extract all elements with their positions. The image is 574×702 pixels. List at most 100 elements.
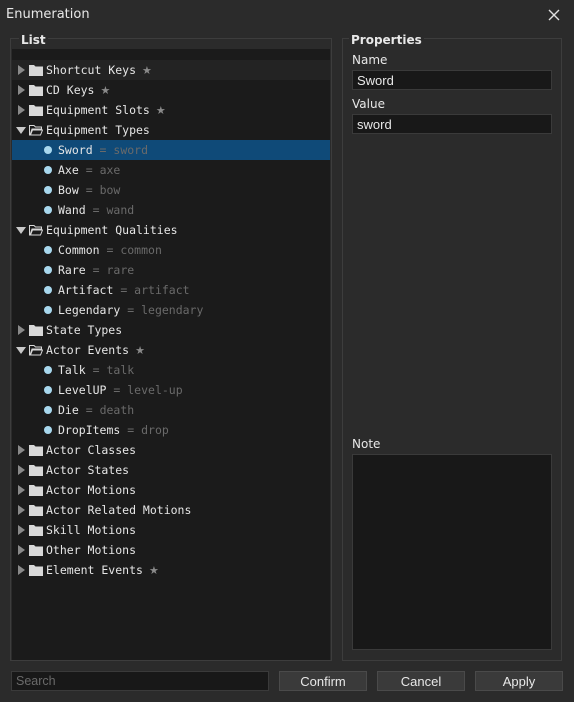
folder-name: Actor Related Motions: [46, 503, 192, 517]
tree-item[interactable]: Artifact = artifact: [12, 280, 330, 300]
search-input[interactable]: [11, 671, 269, 691]
tree-folder[interactable]: Actor Motions: [12, 480, 330, 500]
bullet-icon: [44, 366, 52, 374]
tree-item[interactable]: DropItems = drop: [12, 420, 330, 440]
confirm-button[interactable]: Confirm: [279, 671, 367, 691]
tree-item[interactable]: Legendary = legendary: [12, 300, 330, 320]
item-name: Bow: [58, 183, 79, 197]
tree-item[interactable]: Die = death: [12, 400, 330, 420]
folder-icon: [29, 505, 43, 516]
star-icon: ★: [135, 344, 145, 357]
equals-sign: =: [78, 163, 100, 177]
note-field[interactable]: [352, 454, 552, 650]
tree-folder-label: Equipment Qualities: [46, 223, 178, 237]
equals-sign: =: [85, 203, 107, 217]
tree-item[interactable]: Bow = bow: [12, 180, 330, 200]
item-value: death: [99, 403, 135, 417]
tree-item[interactable]: LevelUP = level-up: [12, 380, 330, 400]
note-label: Note: [352, 437, 381, 451]
item-name: Talk: [58, 363, 86, 377]
expand-right-icon[interactable]: [16, 525, 26, 535]
apply-button[interactable]: Apply: [475, 671, 563, 691]
folder-name: Equipment Slots: [46, 103, 150, 117]
enum-tree[interactable]: Shortcut Keys ★ CD Keys ★ Equipment Slots ★ Eq…: [12, 49, 330, 660]
tree-item[interactable]: Sword = sword: [12, 140, 330, 160]
item-value: talk: [106, 363, 135, 377]
tree-folder[interactable]: Actor Related Motions: [12, 500, 330, 520]
expand-right-icon[interactable]: [16, 465, 26, 475]
item-value: level-up: [127, 383, 183, 397]
item-value: bow: [99, 183, 121, 197]
tree-item[interactable]: Common = common: [12, 240, 330, 260]
equals-sign: =: [120, 303, 142, 317]
tree-folder[interactable]: Other Motions: [12, 540, 330, 560]
item-name: Common: [58, 243, 100, 257]
tree-folder[interactable]: CD Keys ★: [12, 80, 330, 100]
name-field[interactable]: Sword: [352, 70, 552, 90]
expand-right-icon[interactable]: [16, 85, 26, 95]
tree-folder[interactable]: Shortcut Keys ★: [12, 60, 330, 80]
folder-open-icon: [29, 225, 43, 236]
expand-right-icon[interactable]: [16, 485, 26, 495]
tree-folder-label: Equipment Slots ★: [46, 103, 166, 117]
bullet-icon: [44, 266, 52, 274]
folder-icon: [29, 525, 43, 536]
expand-right-icon[interactable]: [16, 445, 26, 455]
tree-folder[interactable]: Equipment Slots ★: [12, 100, 330, 120]
tree-folder[interactable]: Equipment Types: [12, 120, 330, 140]
folder-name: Actor Classes: [46, 443, 137, 457]
value-field[interactable]: sword: [352, 114, 552, 134]
tree-item[interactable]: Talk = talk: [12, 360, 330, 380]
tree-folder[interactable]: Actor Events ★: [12, 340, 330, 360]
folder-name: Skill Motions: [46, 523, 137, 537]
expand-down-icon[interactable]: [16, 225, 26, 235]
tree-folder[interactable]: Element Events ★: [12, 560, 330, 580]
tree-folder-label: Equipment Types: [46, 123, 150, 137]
tree-folder-label: Actor Motions: [46, 483, 136, 497]
item-name: Die: [58, 403, 79, 417]
cancel-button[interactable]: Cancel: [377, 671, 465, 691]
tree-item-label: Die = death: [58, 403, 134, 417]
equals-sign: =: [92, 143, 114, 157]
bullet-icon: [44, 386, 52, 394]
bullet-icon: [44, 206, 52, 214]
bullet-icon: [44, 406, 52, 414]
tree-folder[interactable]: Skill Motions: [12, 520, 330, 540]
tree-folder[interactable]: State Types: [12, 320, 330, 340]
tree-item[interactable]: Rare = rare: [12, 260, 330, 280]
close-button[interactable]: [544, 5, 564, 25]
expand-right-icon[interactable]: [16, 565, 26, 575]
expand-right-icon[interactable]: [16, 505, 26, 515]
expand-right-icon[interactable]: [16, 105, 26, 115]
tree-folder[interactable]: Actor Classes: [12, 440, 330, 460]
tree-folder[interactable]: Actor States: [12, 460, 330, 480]
folder-icon: [29, 465, 43, 476]
folder-icon: [29, 85, 43, 96]
expand-down-icon[interactable]: [16, 345, 26, 355]
expand-right-icon[interactable]: [16, 325, 26, 335]
item-name: LevelUP: [58, 383, 107, 397]
tree-item-label: Rare = rare: [58, 263, 134, 277]
equals-sign: =: [78, 183, 100, 197]
tree-folder[interactable]: Equipment Qualities: [12, 220, 330, 240]
bullet-icon: [44, 146, 52, 154]
tree-item[interactable]: Axe = axe: [12, 160, 330, 180]
name-label: Name: [352, 53, 388, 67]
bullet-icon: [44, 166, 52, 174]
item-value: axe: [99, 163, 121, 177]
tree-folder-label: Skill Motions: [46, 523, 136, 537]
item-value: drop: [141, 423, 169, 437]
tree-item-label: DropItems = drop: [58, 423, 169, 437]
expand-right-icon[interactable]: [16, 65, 26, 75]
star-icon: ★: [155, 104, 166, 117]
tree-item[interactable]: Wand = wand: [12, 200, 330, 220]
expand-right-icon[interactable]: [16, 545, 26, 555]
folder-icon: [29, 565, 43, 576]
tree-folder-label: Other Motions: [46, 543, 136, 557]
properties-label: Properties: [349, 33, 424, 47]
item-name: Rare: [58, 263, 86, 277]
folder-icon: [29, 325, 43, 336]
tree-folder-label: Actor States: [46, 463, 129, 477]
expand-down-icon[interactable]: [16, 125, 26, 135]
folder-icon: [29, 545, 43, 556]
